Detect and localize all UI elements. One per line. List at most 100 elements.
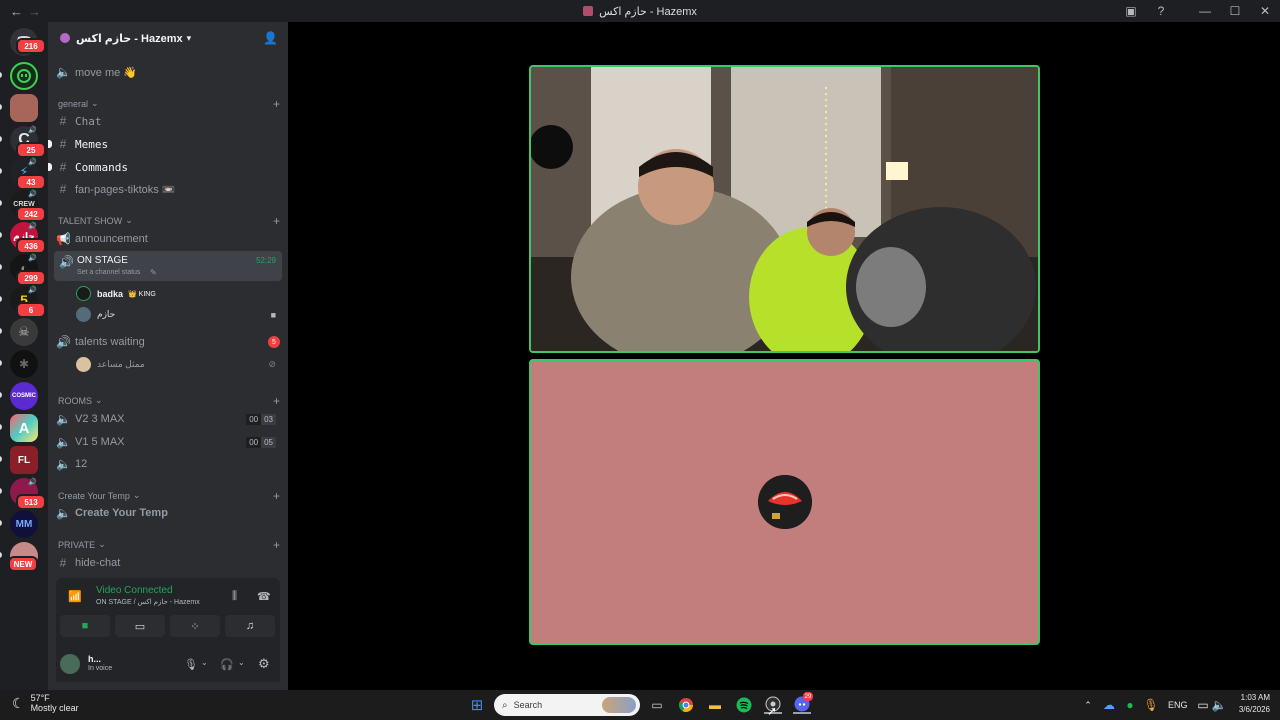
add-channel-icon[interactable]: + — [273, 97, 280, 111]
avatar[interactable] — [60, 654, 80, 674]
mention-badge: 513 — [16, 494, 46, 510]
voice-status[interactable]: Video Connected — [96, 585, 173, 596]
pencil-icon[interactable]: ✎ — [150, 268, 157, 277]
unread-pip — [0, 488, 2, 494]
channel-memes[interactable]: # Memes — [48, 137, 280, 151]
channel-create-temp[interactable]: 🔈 Create Your Temp — [56, 506, 280, 520]
camera-button[interactable]: ■ — [60, 615, 110, 637]
windows-taskbar: ☾ 57°F Mostly clear ⊞ ⌕ Search ▭ ▬ 29 ⌃ … — [0, 690, 1280, 720]
settings-gear-icon[interactable]: ⚙ — [258, 656, 270, 672]
taskbar-search[interactable]: ⌕ Search — [494, 694, 640, 716]
screen-share-button[interactable]: ▭ — [115, 615, 165, 637]
soundboard-button[interactable]: ♫ — [225, 615, 275, 637]
video-tile-avatar[interactable] — [529, 359, 1040, 645]
windows-start-icon[interactable]: ⊞ — [468, 696, 486, 714]
system-clock[interactable]: 1:03 AM 3/6/2026 — [1239, 692, 1270, 716]
mention-badge: 242 — [16, 206, 46, 222]
server-icon-mm[interactable]: MM — [10, 510, 38, 538]
voice-speaker-icon: 🔊 — [28, 287, 37, 294]
add-channel-icon[interactable]: + — [273, 394, 280, 408]
chevron-down-icon[interactable]: ⌄ — [238, 658, 245, 667]
microphone-icon[interactable]: 🎙 — [184, 658, 198, 671]
signal-icon[interactable]: 📶 — [68, 590, 82, 603]
server-icon-skull[interactable]: ☠ — [10, 318, 38, 346]
server-icon-a[interactable]: A — [10, 414, 38, 442]
chevron-down-icon: ▾ — [186, 32, 192, 43]
chrome-icon[interactable] — [677, 696, 695, 714]
guild-header[interactable]: حازم اكس - Hazemx ▾ 👤 — [48, 22, 288, 54]
language-indicator[interactable]: ENG — [1168, 700, 1188, 710]
category-talent-show[interactable]: TALENT SHOW ⌄ + — [58, 214, 280, 228]
user-limit: 00 05 — [246, 436, 276, 448]
microphone-tray-icon[interactable]: 🎙 — [1142, 696, 1160, 714]
server-icon-red-art[interactable] — [10, 94, 38, 122]
add-channel-icon[interactable]: + — [273, 214, 280, 228]
inbox-icon[interactable]: ▣ — [1116, 0, 1146, 22]
category-private[interactable]: PRIVATE ⌄ + — [58, 538, 280, 552]
headphones-icon[interactable]: 🎧 — [220, 658, 234, 671]
close-button[interactable]: ✕ — [1250, 0, 1280, 22]
server-icon-cosmic[interactable]: COSMIC — [10, 382, 38, 410]
chevron-up-icon[interactable]: ⌃ — [1079, 696, 1097, 714]
channel-v2-3-max[interactable]: 🔈 V2 3 MAX 00 03 — [56, 412, 280, 426]
category-rooms[interactable]: ROOMS ⌄ + — [58, 394, 280, 408]
maximize-button[interactable]: ☐ — [1220, 0, 1250, 22]
channel-fan-pages[interactable]: # fan-pages-tiktoks 📼 — [56, 182, 280, 196]
channel-v1-5-max[interactable]: 🔈 V1 5 MAX 00 05 — [56, 435, 280, 449]
chevron-down-icon: ⌄ — [98, 539, 106, 549]
server-icon-fl[interactable]: FL — [10, 446, 38, 474]
voice-speaker-icon: 🔊 — [28, 223, 37, 230]
channel-hide-chat[interactable]: # hide-chat — [56, 556, 280, 570]
mention-badge: 43 — [16, 174, 46, 190]
activities-button[interactable]: ⁘ — [170, 615, 220, 637]
guild-icon — [60, 33, 70, 43]
voice-user-badka[interactable]: badka 👑 KING — [76, 286, 156, 301]
voice-channel-path[interactable]: ON STAGE / حازم اكس - Hazemx — [96, 598, 200, 606]
add-channel-icon[interactable]: + — [273, 538, 280, 552]
window-title: حازم اكس - Hazemx — [0, 0, 1280, 22]
video-tile-camera[interactable] — [529, 65, 1040, 353]
voice-speaker-icon: 🔊 — [28, 255, 37, 262]
volume-icon[interactable]: 🔈 — [1210, 696, 1228, 714]
channel-chat[interactable]: # Chat — [56, 114, 280, 128]
mouse-cursor-icon: ➚ — [767, 704, 778, 718]
server-icon-green[interactable] — [10, 62, 38, 90]
category-create-temp[interactable]: Create Your Temp ⌄ + — [58, 489, 280, 503]
spotify-icon[interactable] — [735, 696, 753, 714]
channel-commands[interactable]: # Commands — [48, 160, 280, 174]
minimize-button[interactable]: — — [1190, 0, 1220, 22]
invite-people-icon[interactable]: 👤 — [263, 31, 278, 45]
voice-speaker-icon: 🔊 — [28, 479, 37, 486]
file-explorer-icon[interactable]: ▬ — [706, 696, 724, 714]
user-status: In voice — [88, 665, 113, 672]
noise-suppression-icon[interactable]: ⫼ — [232, 590, 237, 603]
channel-12[interactable]: 🔈 12 — [56, 457, 280, 471]
server-icon-dark-logo[interactable]: ✱ — [10, 350, 38, 378]
help-icon[interactable]: ? — [1146, 0, 1176, 22]
chevron-down-icon[interactable]: ⌄ — [201, 658, 208, 667]
unread-pip — [48, 140, 52, 148]
username[interactable]: h... — [88, 654, 101, 664]
channel-talents-waiting[interactable]: 🔊 talents waiting 5 — [56, 335, 280, 349]
onedrive-icon[interactable]: ☁ — [1100, 696, 1118, 714]
channel-status-button[interactable]: Set a channel status — [77, 269, 140, 276]
channel-move-me[interactable]: 🔈 move me 👋 — [56, 65, 280, 79]
voice-speaker-icon: 🔊 — [28, 191, 37, 198]
weather-widget[interactable]: ☾ 57°F Mostly clear — [12, 693, 79, 713]
channel-announcement[interactable]: 📢 announcement — [56, 232, 280, 246]
category-general[interactable]: general ⌄ + — [58, 97, 280, 111]
unread-pip — [0, 232, 2, 238]
disconnect-icon[interactable]: ☎ — [257, 590, 271, 603]
voice-user-hazem[interactable]: حازم ■ — [76, 307, 276, 322]
task-view-icon[interactable]: ▭ — [648, 696, 666, 714]
search-icon: ⌕ — [502, 699, 508, 711]
search-highlight-icon — [602, 697, 636, 713]
add-channel-icon[interactable]: + — [273, 489, 280, 503]
discord-taskbar-icon[interactable]: 29 — [793, 692, 813, 714]
channel-on-stage[interactable]: 🔊 ON STAGE Set a channel status ✎ 52:29 — [54, 251, 282, 281]
muted-mic-icon: ⊘ — [268, 359, 276, 369]
hash-icon: # — [59, 114, 67, 128]
mention-badge: 25 — [16, 142, 46, 158]
voice-user-waiting[interactable]: ممثل مساعد ⊘ — [76, 357, 276, 372]
spotify-tray-icon[interactable]: ● — [1121, 696, 1139, 714]
